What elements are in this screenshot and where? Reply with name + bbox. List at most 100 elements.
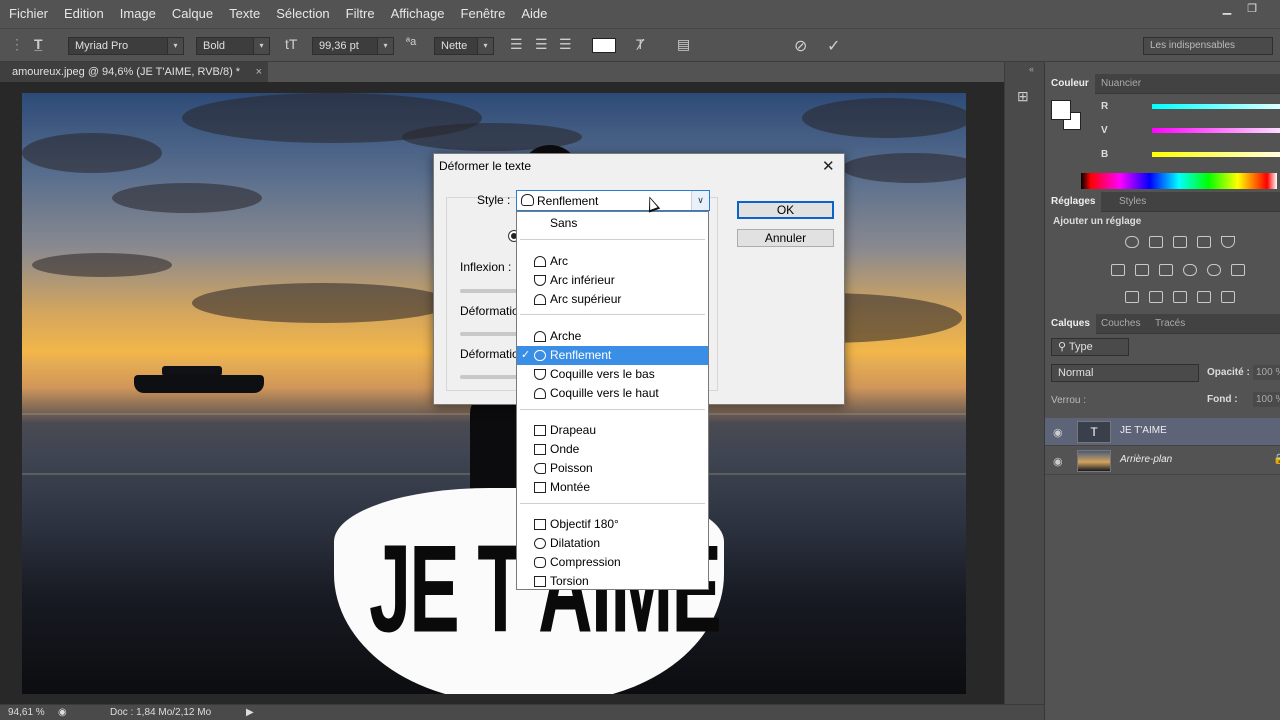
chevron-down-icon[interactable]: ∨ (691, 191, 709, 210)
green-bar[interactable] (1152, 128, 1280, 133)
selective-color-icon[interactable] (1197, 291, 1211, 303)
fish-icon (534, 463, 546, 474)
font-style-select[interactable]: Bold ▾ (196, 37, 270, 55)
tab-couches[interactable]: Couches (1095, 314, 1146, 334)
option-poisson[interactable]: Poisson (517, 459, 708, 478)
channel-mixer-icon[interactable] (1207, 264, 1221, 276)
collapse-icon[interactable]: « (1029, 64, 1034, 74)
menu-fichier[interactable]: Fichier (0, 0, 56, 28)
fill-value[interactable]: 100 % (1253, 392, 1280, 407)
align-center-icon[interactable]: ☰ (535, 36, 548, 53)
option-objectif-180[interactable]: Objectif 180° (517, 515, 708, 534)
shell-upper-icon (534, 388, 546, 399)
gradient-map-icon[interactable] (1221, 291, 1235, 303)
status-menu-arrow-icon[interactable]: ▶ (246, 707, 254, 718)
style-select[interactable]: Renflement ∨ (516, 190, 710, 211)
menu-aide[interactable]: Aide (513, 0, 555, 28)
menu-texte[interactable]: Texte (221, 0, 268, 28)
exposure-icon[interactable] (1197, 236, 1211, 248)
minimize-icon[interactable]: ▁ (1218, 2, 1236, 16)
layer-filter-select[interactable]: ⚲ Type (1051, 338, 1129, 356)
tab-styles[interactable]: Styles (1113, 192, 1152, 212)
layer-row[interactable]: ◉ Arrière-plan 🔒 (1045, 447, 1280, 475)
tab-traces[interactable]: Tracés (1149, 314, 1191, 334)
option-dilatation[interactable]: Dilatation (517, 534, 708, 553)
ok-button[interactable]: OK (737, 201, 834, 219)
close-icon[interactable]: × (256, 62, 262, 82)
antialias-select[interactable]: Nette ▾ (434, 37, 494, 55)
eye-icon[interactable]: ◉ (1053, 426, 1063, 439)
photo-filter-icon[interactable] (1183, 264, 1197, 276)
curves-icon[interactable] (1173, 236, 1187, 248)
option-montee[interactable]: Montée (517, 478, 708, 497)
character-panel-icon[interactable]: ▤ (677, 36, 690, 53)
warp-text-icon[interactable]: Ⱦ (636, 36, 645, 52)
text-color-swatch[interactable] (592, 38, 616, 53)
menu-fenetre[interactable]: Fenêtre (453, 0, 514, 28)
commit-icon[interactable]: ✓ (827, 36, 840, 56)
option-arche[interactable]: Arche (517, 327, 708, 346)
restore-icon[interactable]: ❐ (1243, 2, 1261, 16)
layer-name[interactable]: Arrière-plan (1120, 454, 1172, 465)
option-arc-inferieur[interactable]: Arc inférieur (517, 271, 708, 290)
option-arc-superieur[interactable]: Arc supérieur (517, 290, 708, 309)
opacity-value[interactable]: 100 % (1253, 365, 1280, 380)
layer-row[interactable]: ◉ T JE T'AIME (1045, 418, 1280, 446)
text-tool-icon[interactable]: T̲ (34, 36, 43, 52)
black-white-icon[interactable] (1159, 264, 1173, 276)
blend-mode-select[interactable]: Normal (1051, 364, 1199, 382)
layer-name[interactable]: JE T'AIME (1120, 425, 1167, 436)
tab-reglages[interactable]: Réglages (1045, 192, 1102, 213)
option-renflement[interactable]: ✓ Renflement (517, 346, 708, 365)
levels-icon[interactable] (1149, 236, 1163, 248)
menu-filtre[interactable]: Filtre (338, 0, 383, 28)
menu-selection[interactable]: Sélection (268, 0, 337, 28)
zoom-level[interactable]: 94,61 % (8, 707, 45, 718)
tab-nuancier[interactable]: Nuancier (1095, 74, 1147, 94)
option-compression[interactable]: Compression (517, 553, 708, 572)
chevron-down-icon: ▾ (477, 38, 493, 54)
option-coquille-bas[interactable]: Coquille vers le bas (517, 365, 708, 384)
invert-icon[interactable] (1125, 291, 1139, 303)
foreground-color-swatch[interactable] (1051, 100, 1071, 120)
option-coquille-haut[interactable]: Coquille vers le haut (517, 384, 708, 403)
align-left-icon[interactable]: ☰ (510, 36, 523, 53)
option-torsion[interactable]: Torsion (517, 572, 708, 591)
tab-calques[interactable]: Calques (1045, 314, 1096, 335)
workspace-select[interactable]: Les indispensables (1143, 37, 1273, 55)
color-lookup-icon[interactable] (1231, 264, 1245, 276)
option-drapeau[interactable]: Drapeau (517, 421, 708, 440)
brightness-icon[interactable] (1125, 236, 1139, 248)
cancel-icon[interactable]: ⊘ (794, 36, 807, 56)
close-icon[interactable]: ✕ (822, 157, 835, 175)
horizontal-distortion-slider[interactable] (460, 332, 520, 336)
color-spectrum[interactable] (1081, 173, 1277, 189)
option-sans[interactable]: Sans (517, 214, 708, 233)
vibrance-icon[interactable] (1221, 236, 1235, 248)
blue-bar[interactable] (1152, 152, 1280, 157)
font-family-select[interactable]: Myriad Pro ▾ (68, 37, 184, 55)
align-right-icon[interactable]: ☰ (559, 36, 572, 53)
history-icon[interactable]: ⊞ (1017, 88, 1029, 105)
menu-edition[interactable]: Edition (56, 0, 112, 28)
hue-saturation-icon[interactable] (1111, 264, 1125, 276)
option-arc[interactable]: Arc (517, 252, 708, 271)
eye-icon[interactable]: ◉ (1053, 455, 1063, 468)
red-slider[interactable]: R 255 (1095, 101, 1280, 115)
threshold-icon[interactable] (1173, 291, 1187, 303)
posterize-icon[interactable] (1149, 291, 1163, 303)
document-tab[interactable]: amoureux.jpeg @ 94,6% (JE T'AIME, RVB/8)… (0, 62, 268, 82)
inflexion-slider[interactable] (460, 289, 520, 293)
menu-affichage[interactable]: Affichage (383, 0, 453, 28)
menu-calque[interactable]: Calque (164, 0, 221, 28)
red-bar[interactable] (1152, 104, 1280, 109)
green-slider[interactable]: V 255 (1095, 125, 1280, 139)
color-balance-icon[interactable] (1135, 264, 1149, 276)
font-size-select[interactable]: 99,36 pt ▾ (312, 37, 394, 55)
option-onde[interactable]: Onde (517, 440, 708, 459)
menu-image[interactable]: Image (112, 0, 164, 28)
blue-slider[interactable]: B 255 (1095, 149, 1280, 163)
vertical-distortion-slider[interactable] (460, 375, 520, 379)
tab-couleur[interactable]: Couleur (1045, 74, 1095, 95)
cancel-button[interactable]: Annuler (737, 229, 834, 247)
